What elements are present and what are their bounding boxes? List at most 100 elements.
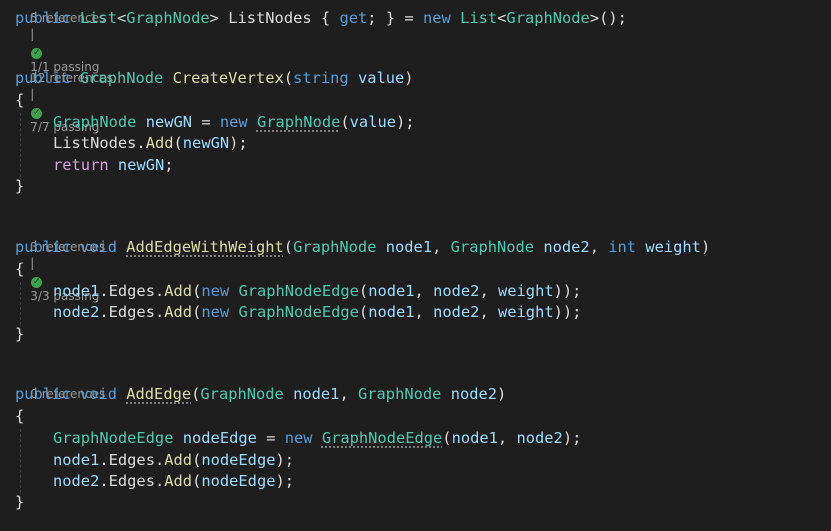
code-line[interactable]: ListNodes.Add(newGN);: [53, 133, 248, 154]
code-line[interactable]: GraphNodeEdge nodeEdge = new GraphNodeEd…: [53, 428, 581, 449]
parameter-name: node2: [53, 303, 100, 321]
punctuation: .: [136, 134, 146, 152]
punctuation: .: [154, 282, 165, 300]
type-name: GraphNodeEdge: [238, 282, 359, 300]
code-line[interactable]: {: [15, 259, 24, 280]
code-line[interactable]: {: [15, 90, 24, 111]
code-line[interactable]: public List<GraphNode> ListNodes { get; …: [15, 8, 627, 29]
code-line[interactable]: }: [15, 176, 24, 197]
type-name: List: [79, 9, 117, 27]
code-line[interactable]: node2.Edges.Add(nodeEdge);: [53, 471, 294, 492]
punctuation: .: [154, 303, 165, 321]
type-name: GraphNodeEdge: [321, 429, 443, 447]
punctuation: (: [192, 282, 202, 300]
code-line[interactable]: }: [15, 324, 24, 345]
code-line[interactable]: public void AddEdge(GraphNode node1, Gra…: [15, 384, 506, 405]
punctuation: (: [283, 69, 294, 87]
keyword: new: [201, 282, 230, 300]
punctuation: .: [154, 472, 165, 490]
punctuation: ();: [599, 9, 627, 27]
code-line[interactable]: public GraphNode CreateVertex(string val…: [15, 68, 414, 89]
parameter-name: weight: [645, 238, 701, 256]
keyword: new: [284, 429, 313, 447]
punctuation: }: [385, 9, 396, 27]
keyword: public: [15, 9, 71, 27]
punctuation: {: [15, 91, 25, 109]
code-editor[interactable]: 5 references | ✓ 1/1 passing public List…: [0, 0, 831, 531]
punctuation: (: [358, 303, 369, 321]
type-name: GraphNode: [358, 385, 442, 403]
parameter-name: node2: [433, 303, 480, 321]
punctuation: ,: [479, 282, 489, 300]
parameter-name: value: [357, 69, 405, 87]
type-name: GraphNode: [256, 113, 341, 131]
parameter-name: weight: [498, 303, 554, 321]
code-line[interactable]: {: [15, 406, 24, 427]
code-line[interactable]: return newGN;: [53, 155, 174, 176]
punctuation: <: [116, 9, 127, 27]
type-name: GraphNode: [506, 9, 590, 27]
punctuation: ;: [367, 9, 377, 27]
code-line[interactable]: GraphNode newGN = new GraphNode(value);: [53, 112, 415, 133]
code-line[interactable]: node2.Edges.Add(new GraphNodeEdge(node1,…: [53, 302, 581, 323]
code-line[interactable]: node1.Edges.Add(new GraphNodeEdge(node1,…: [53, 281, 581, 302]
punctuation: ;: [284, 472, 295, 490]
local-variable: newGN: [117, 156, 165, 174]
parameter-name: node2: [450, 385, 498, 403]
codelens-separator: |: [30, 256, 35, 270]
parameter-name: node1: [451, 429, 498, 447]
keyword: new: [422, 9, 451, 27]
method-name: Add: [164, 282, 193, 300]
punctuation: ): [553, 303, 563, 321]
punctuation: (: [358, 282, 369, 300]
parameter-name: node1: [368, 282, 415, 300]
punctuation: .: [154, 451, 165, 469]
method-name: Add: [164, 472, 193, 490]
punctuation: (: [191, 385, 201, 403]
local-variable: nodeEdge: [201, 472, 276, 490]
punctuation: ,: [414, 303, 424, 321]
punctuation: >: [209, 9, 219, 27]
keyword: get: [339, 9, 368, 27]
keyword: void: [79, 385, 117, 403]
punctuation: ;: [238, 134, 248, 152]
indent-guide: [20, 429, 21, 493]
keyword: return: [53, 156, 109, 174]
property-name: ListNodes: [228, 9, 312, 27]
punctuation: =: [404, 9, 414, 27]
codelens-separator: |: [30, 87, 35, 101]
type-name: GraphNode: [293, 238, 377, 256]
property-name: Edges: [108, 451, 155, 469]
code-line[interactable]: }: [15, 492, 24, 513]
punctuation: ,: [339, 385, 349, 403]
method-name: AddEdge: [126, 385, 192, 403]
parameter-name: node1: [368, 303, 415, 321]
parameter-name: value: [349, 113, 396, 131]
code-line[interactable]: public void AddEdgeWithWeight(GraphNode …: [15, 237, 710, 258]
type-name: GraphNodeEdge: [53, 429, 174, 447]
punctuation: ,: [479, 303, 489, 321]
type-name: List: [460, 9, 498, 27]
punctuation: }: [15, 177, 25, 195]
punctuation: (: [442, 429, 452, 447]
punctuation: }: [15, 325, 25, 343]
code-line[interactable]: node1.Edges.Add(nodeEdge);: [53, 450, 294, 471]
punctuation: {: [15, 407, 25, 425]
